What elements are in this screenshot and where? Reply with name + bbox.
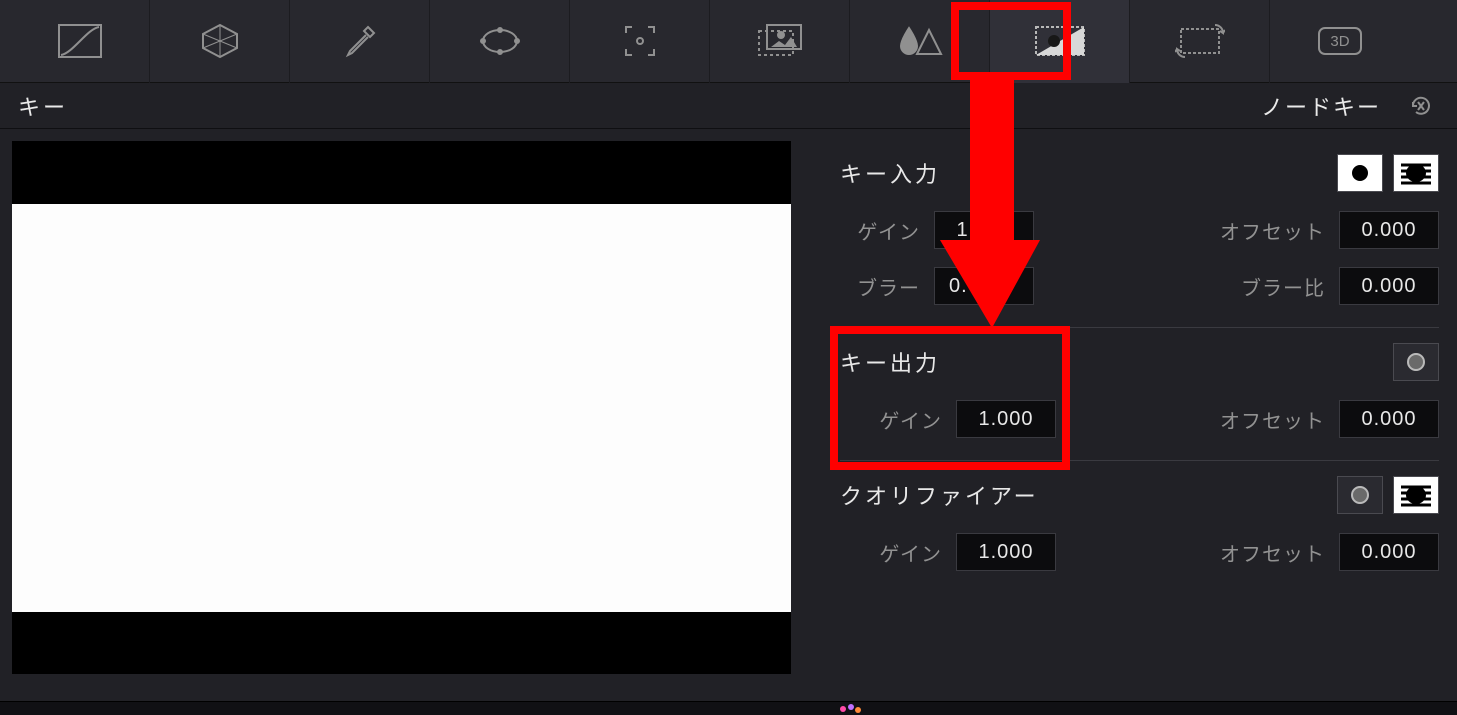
preview-matte bbox=[12, 204, 791, 612]
label-offset: オフセット bbox=[1205, 538, 1325, 567]
tool-mask-shape[interactable] bbox=[430, 0, 570, 83]
section-title-key-input: キー入力 bbox=[840, 157, 940, 189]
qualifier-circle-button[interactable] bbox=[1337, 476, 1383, 514]
tool-vectorscope[interactable] bbox=[150, 0, 290, 83]
sizing-icon bbox=[1175, 23, 1225, 59]
matte-lines-button[interactable] bbox=[1393, 154, 1439, 192]
curves-icon bbox=[57, 23, 103, 59]
panel-header: キー ノードキー bbox=[0, 83, 1457, 129]
tool-fx[interactable] bbox=[710, 0, 850, 83]
label-gain: ゲイン bbox=[840, 216, 920, 245]
input-key-output-offset[interactable]: 0.000 bbox=[1339, 400, 1439, 438]
hex-icon bbox=[197, 21, 243, 61]
threed-icon: 3D bbox=[1315, 24, 1365, 58]
section-qualifier: クオリファイアー bbox=[840, 461, 1439, 593]
fx-icon bbox=[755, 21, 805, 61]
section-key-output: キー出力 ゲイン 1.000 オフセット 0.000 bbox=[840, 328, 1439, 461]
matte-lines-icon bbox=[1401, 161, 1431, 185]
input-key-output-gain[interactable]: 1.000 bbox=[956, 400, 1056, 438]
svg-text:3D: 3D bbox=[1330, 33, 1349, 50]
input-qualifier-gain[interactable]: 1.000 bbox=[956, 533, 1056, 571]
circle-output-icon bbox=[1348, 483, 1372, 507]
tool-drop-sat[interactable] bbox=[850, 0, 990, 83]
input-key-input-blur[interactable]: 0. bbox=[934, 267, 1034, 305]
tool-key[interactable] bbox=[990, 0, 1130, 83]
reset-icon bbox=[1407, 92, 1435, 120]
tool-curves[interactable] bbox=[10, 0, 150, 83]
section-key-input: キー入力 bbox=[840, 139, 1439, 328]
crosshair-icon bbox=[618, 19, 662, 63]
label-gain: ゲイン bbox=[862, 405, 942, 434]
tool-3d[interactable]: 3D bbox=[1270, 0, 1410, 83]
controls-pane: キー入力 bbox=[800, 129, 1457, 701]
section-title-key-output: キー出力 bbox=[840, 346, 940, 378]
tool-sizing[interactable] bbox=[1130, 0, 1270, 83]
input-key-input-blur-ratio[interactable]: 0.000 bbox=[1339, 267, 1439, 305]
label-blur: ブラー bbox=[840, 272, 920, 301]
matte-invert-icon bbox=[1346, 161, 1374, 185]
reset-button[interactable] bbox=[1403, 88, 1439, 124]
mask-shape-icon bbox=[477, 23, 523, 59]
panel-title: キー bbox=[18, 90, 68, 122]
eyedropper-icon bbox=[340, 21, 380, 61]
input-key-input-gain[interactable]: 1.000 bbox=[934, 211, 1034, 249]
bottom-strip bbox=[0, 701, 1457, 715]
input-qualifier-offset[interactable]: 0.000 bbox=[1339, 533, 1439, 571]
drop-triangle-icon bbox=[895, 22, 945, 60]
key-tool-icon bbox=[1032, 21, 1088, 61]
preview-viewport[interactable] bbox=[12, 141, 791, 674]
main-area: キー入力 bbox=[0, 129, 1457, 701]
tool-eyedropper[interactable] bbox=[290, 0, 430, 83]
tool-tracker[interactable] bbox=[570, 0, 710, 83]
label-offset: オフセット bbox=[1205, 405, 1325, 434]
label-offset: オフセット bbox=[1205, 216, 1325, 245]
label-gain: ゲイン bbox=[862, 538, 942, 567]
section-title-qualifier: クオリファイアー bbox=[840, 479, 1039, 511]
toolbar: 3D bbox=[0, 0, 1457, 83]
output-circle-button[interactable] bbox=[1393, 343, 1439, 381]
bottom-dots-icon bbox=[728, 702, 971, 715]
circle-output-icon bbox=[1404, 350, 1428, 374]
label-blur-ratio: ブラー比 bbox=[1205, 272, 1325, 301]
qualifier-lines-button[interactable] bbox=[1393, 476, 1439, 514]
input-key-input-offset[interactable]: 0.000 bbox=[1339, 211, 1439, 249]
matte-lines-icon bbox=[1401, 483, 1431, 507]
preview-pane bbox=[0, 129, 800, 701]
panel-subtitle[interactable]: ノードキー bbox=[1261, 90, 1381, 122]
matte-invert-button[interactable] bbox=[1337, 154, 1383, 192]
